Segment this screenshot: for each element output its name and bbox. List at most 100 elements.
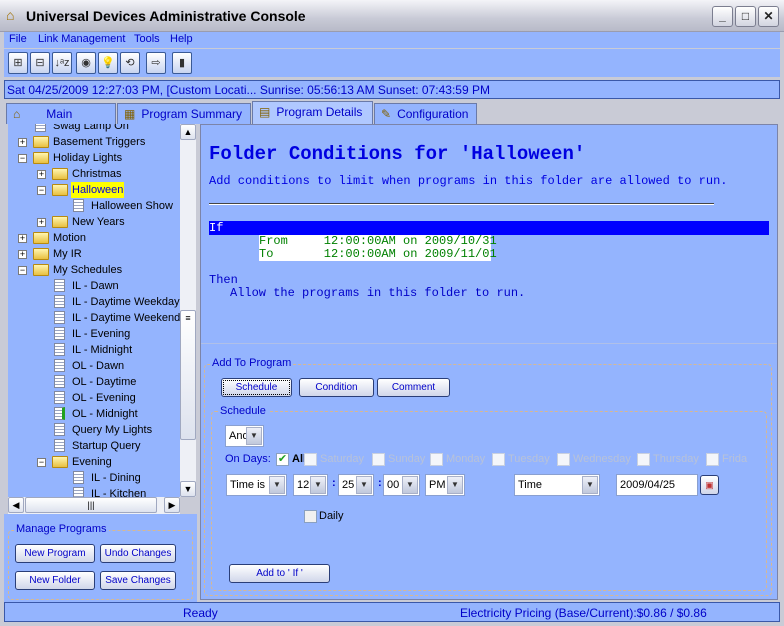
add-to-if-button[interactable]: Add to ' If ' (229, 564, 330, 583)
devices-icon[interactable]: ◉ (76, 52, 96, 74)
collapse-icon[interactable]: − (37, 186, 46, 195)
lightbulb-icon[interactable]: 💡 (98, 52, 118, 74)
tree-item[interactable]: OL - Dawn (8, 358, 181, 374)
collapse-icon[interactable]: − (18, 266, 27, 275)
menu-link-management[interactable]: Link Management (38, 33, 125, 45)
refresh-icon[interactable]: ⟲ (120, 52, 140, 74)
folder-icon (52, 184, 68, 196)
tree-item[interactable]: OL - Midnight (8, 406, 181, 422)
hour-select[interactable]: 12 ▼ (293, 474, 328, 496)
scroll-thumb[interactable]: ≡ (180, 310, 196, 440)
tree-item[interactable]: IL - Midnight (8, 342, 181, 358)
tree-horizontal-scrollbar[interactable]: ◀ ||| ▶ (8, 497, 180, 514)
splitter[interactable] (201, 343, 777, 344)
chevron-down-icon: ▼ (447, 476, 463, 494)
tree-item[interactable]: Halloween Show (8, 198, 181, 214)
expand-icon[interactable]: + (18, 138, 27, 147)
tree-item[interactable]: OL - Daytime (8, 374, 181, 390)
all-days-checkbox[interactable]: ✔ (276, 453, 289, 466)
scroll-right-icon[interactable]: ▶ (164, 497, 180, 513)
scroll-thumb[interactable]: ||| (25, 497, 157, 513)
then-header[interactable]: Then (209, 273, 238, 287)
tree-item[interactable]: + Motion (8, 230, 181, 246)
scroll-left-icon[interactable]: ◀ (8, 497, 24, 513)
tree-item[interactable]: + My IR (8, 246, 181, 262)
tree-item[interactable]: OL - Evening (8, 390, 181, 406)
time-mode-select[interactable]: Time is ▼ (226, 474, 287, 496)
tree-item[interactable]: + New Years (8, 214, 181, 230)
tree-item[interactable]: IL - Dining (8, 470, 181, 486)
if-header[interactable]: If (209, 221, 769, 235)
second-select[interactable]: 00 ▼ (383, 474, 420, 496)
expand-icon[interactable]: + (37, 170, 46, 179)
tab-program-details[interactable]: ▤ Program Details (252, 101, 373, 125)
minimize-button[interactable]: _ (712, 6, 733, 27)
ampm-select[interactable]: PM ▼ (425, 474, 465, 496)
tree-item[interactable]: IL - Dawn (8, 278, 181, 294)
scroll-up-icon[interactable]: ▲ (180, 124, 196, 140)
save-changes-button[interactable]: Save Changes (100, 571, 176, 590)
scroll-down-icon[interactable]: ▼ (180, 481, 196, 497)
tab-main[interactable]: ⌂ Main (6, 103, 116, 124)
tree-item[interactable]: + Basement Triggers (8, 134, 181, 150)
tree-item[interactable]: IL - Daytime Weekdays (8, 294, 181, 310)
expand-icon[interactable]: + (37, 218, 46, 227)
schedule-button[interactable]: Schedule (221, 378, 292, 397)
day-checkbox-tuesday[interactable] (492, 453, 505, 466)
tab-program-summary[interactable]: ▦ Program Summary (117, 103, 251, 124)
chevron-down-icon: ▼ (310, 476, 326, 494)
day-checkbox-frida[interactable] (706, 453, 719, 466)
expand-icon[interactable]: + (18, 250, 27, 259)
tree-item[interactable]: − Halloween (8, 182, 181, 198)
expand-all-icon[interactable]: ⊞ (8, 52, 28, 74)
comment-button[interactable]: Comment (377, 378, 450, 397)
tree-item[interactable]: IL - Kitchen (8, 486, 181, 497)
tree-item[interactable]: Swag Lamp On (8, 124, 181, 134)
tree-item-label: Basement Triggers (53, 136, 146, 148)
day-checkbox-saturday[interactable] (304, 453, 317, 466)
menu-help[interactable]: Help (170, 33, 193, 45)
tree-item[interactable]: IL - Evening (8, 326, 181, 342)
minute-select[interactable]: 25 ▼ (338, 474, 374, 496)
undo-changes-button[interactable]: Undo Changes (100, 544, 176, 563)
menu-file[interactable]: File (9, 33, 27, 45)
toolbar: ⊞ ⊟ ↓ᵃz ◉ 💡 ⟲ ⇨ ▮ (4, 49, 780, 77)
day-label: Wednesday (573, 453, 631, 465)
time-type-select[interactable]: Time ▼ (514, 474, 600, 496)
add-to-program-label: Add To Program (210, 357, 294, 369)
maximize-button[interactable]: □ (735, 6, 756, 27)
tree-item-label: IL - Daytime Weekdays (72, 296, 181, 308)
calendar-icon[interactable]: ▣ (700, 475, 719, 495)
new-folder-button[interactable]: New Folder (15, 571, 95, 590)
condition-button[interactable]: Condition (299, 378, 374, 397)
date-input[interactable]: 2009/04/25 (616, 474, 698, 496)
chart-icon[interactable]: ▮ (172, 52, 192, 74)
collapse-icon[interactable]: − (18, 154, 27, 163)
day-checkbox-thursday[interactable] (637, 453, 650, 466)
tree-item[interactable]: − Evening (8, 454, 181, 470)
menu-tools[interactable]: Tools (134, 33, 160, 45)
tree-item[interactable]: − My Schedules (8, 262, 181, 278)
export-icon[interactable]: ⇨ (146, 52, 166, 74)
manage-panel: Manage Programs New Program Undo Changes… (4, 514, 197, 602)
tree-item[interactable]: Query My Lights (8, 422, 181, 438)
sort-az-icon[interactable]: ↓ᵃz (52, 52, 72, 74)
day-checkbox-wednesday[interactable] (557, 453, 570, 466)
tree-item[interactable]: − Holiday Lights (8, 150, 181, 166)
tree-item[interactable]: + Christmas (8, 166, 181, 182)
collapse-all-icon[interactable]: ⊟ (30, 52, 50, 74)
new-program-button[interactable]: New Program (15, 544, 95, 563)
tab-configuration[interactable]: ✎ Configuration (374, 103, 477, 124)
daily-checkbox[interactable] (304, 510, 317, 523)
condition-block[interactable]: From 12:00:00AM on 2009/10/31 To 12:00:0… (259, 235, 497, 261)
tree-item-label: OL - Midnight (72, 408, 138, 420)
tree-item[interactable]: Startup Query (8, 438, 181, 454)
tree-item[interactable]: IL - Daytime Weekends (8, 310, 181, 326)
collapse-icon[interactable]: − (37, 458, 46, 467)
tree-vertical-scrollbar[interactable]: ▲ ≡ ▼ (180, 124, 196, 497)
logic-select[interactable]: And ▼ (225, 425, 264, 447)
day-checkbox-sunday[interactable] (372, 453, 385, 466)
expand-icon[interactable]: + (18, 234, 27, 243)
close-button[interactable]: ✕ (758, 6, 779, 27)
day-checkbox-monday[interactable] (430, 453, 443, 466)
